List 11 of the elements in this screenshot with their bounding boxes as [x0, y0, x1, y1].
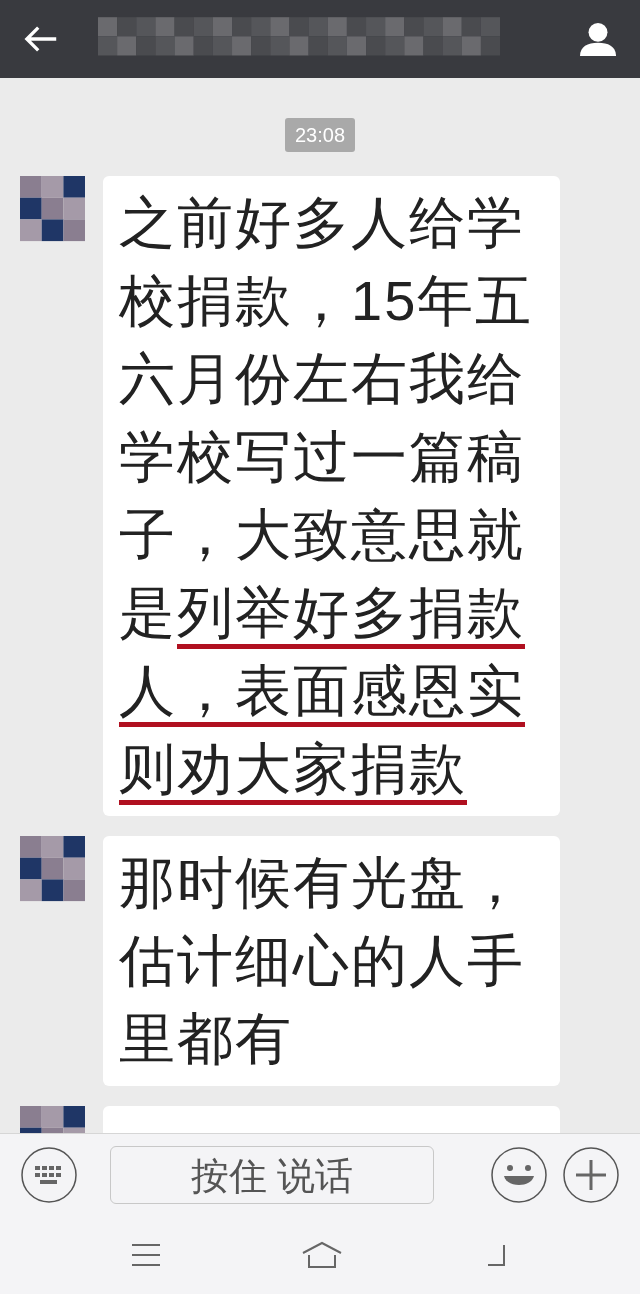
- message-text: 那时候有光盘，估计细心的人手里都有: [119, 850, 526, 1072]
- menu-icon[interactable]: [129, 1242, 162, 1267]
- plus-icon[interactable]: [562, 1145, 620, 1204]
- back-icon[interactable]: [24, 24, 59, 54]
- hold-to-talk-button[interactable]: 按住 说话: [110, 1145, 434, 1204]
- profile-icon[interactable]: [580, 21, 616, 57]
- keyboard-icon[interactable]: [20, 1145, 78, 1204]
- home-icon[interactable]: [301, 1240, 343, 1269]
- emoji-icon[interactable]: [490, 1145, 548, 1204]
- message-text: 之前好多人给学校捐款，15年五六月份左右我给学校写过一篇稿子，大致意思就是列举好多捐款人，表面感恩实则劝大家捐款: [119, 190, 535, 802]
- timestamp: 23:08: [284, 118, 356, 152]
